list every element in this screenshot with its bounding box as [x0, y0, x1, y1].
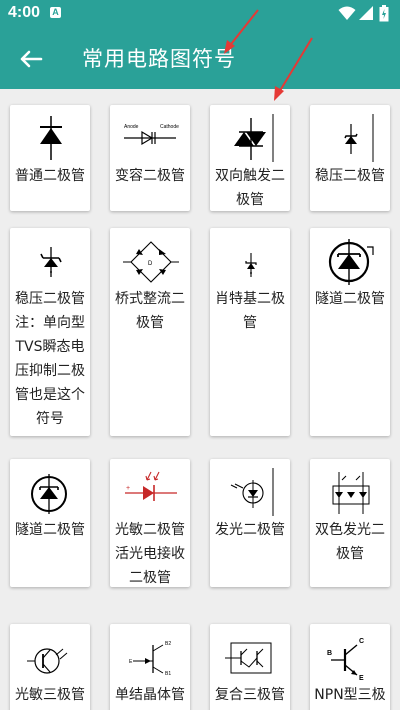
symbol-card-schottky[interactable]: 肖特基二极管 — [210, 228, 290, 436]
phototransistor-symbol-icon — [27, 648, 68, 674]
symbol-label: 稳压二极管 — [315, 168, 385, 184]
symbol-card-bridge[interactable]: D 桥式整流二极管 — [110, 228, 190, 436]
symbol-label: 光敏二极管活光电接收二极管 — [115, 522, 185, 586]
tunnel-diode-symbol-icon — [31, 474, 67, 514]
symbol-label: 肖特基二极管 — [215, 291, 285, 331]
symbol-label: 双向触发二极管 — [215, 168, 285, 208]
photodiode-symbol-icon: + — [125, 471, 177, 501]
symbol-label: 变容二极管 — [115, 168, 185, 184]
symbol-label: 复合三极管 — [215, 687, 285, 703]
bicolor-led-symbol-icon — [332, 472, 370, 514]
wifi-icon — [338, 6, 356, 20]
symbol-card-bicolor-led[interactable]: 双色发光二极管 — [310, 459, 390, 587]
app-bar: 常用电路图符号 — [0, 28, 400, 89]
status-time: 4:00 — [8, 4, 41, 21]
npn-b-text: B — [327, 650, 332, 657]
battery-icon — [379, 5, 389, 22]
symbol-label: 普通二极管 — [15, 168, 85, 184]
bridge-rectifier-symbol-icon: D — [123, 241, 179, 283]
svg-text:E: E — [129, 659, 133, 665]
symbol-card-varactor[interactable]: Anode Cathode 变容二极管 — [110, 105, 190, 211]
svg-text:B2: B2 — [165, 641, 171, 647]
schottky-diode-symbol-icon — [245, 253, 257, 277]
symbol-label: 发光二极管 — [215, 522, 285, 538]
symbol-label: 稳压二极管 注：单向型TVS瞬态电压抑制二极管也是这个符号 — [15, 291, 85, 427]
symbol-label: NPN型三极管 — [314, 687, 386, 703]
symbol-card-tunnel[interactable]: 隧道二极管 — [10, 459, 90, 587]
symbol-label: 隧道二极管 — [315, 291, 385, 307]
symbol-card-led[interactable]: 发光二极管 — [210, 459, 290, 587]
symbol-card-zener[interactable]: 稳压二极管 — [310, 105, 390, 211]
bridge-center-text: D — [148, 261, 153, 267]
notification-icon: A — [50, 7, 61, 18]
symbol-label: 双色发光二极管 — [315, 522, 385, 562]
symbol-card-tunnel-circle[interactable]: 隧道二极管 — [310, 228, 390, 436]
symbol-label: 桥式整流二极管 — [115, 291, 185, 331]
arrow-left-icon[interactable] — [16, 44, 46, 74]
diac-symbol-icon — [234, 114, 274, 162]
symbol-label: 隧道二极管 — [15, 522, 85, 538]
npn-c-text: C — [359, 638, 364, 645]
zener-diode-symbol-icon — [344, 114, 374, 162]
varactor-diode-symbol-icon: Anode Cathode — [122, 124, 179, 162]
symbol-card-ujt[interactable]: E B2 B1 单结晶体管（双基 — [110, 624, 190, 710]
symbol-card-tvs[interactable]: 稳压二极管 注：单向型TVS瞬态电压抑制二极管也是这个符号 — [10, 228, 90, 436]
svg-text:B1: B1 — [165, 671, 171, 677]
anode-text: Anode — [124, 124, 139, 130]
symbol-card-photodiode[interactable]: + 光敏二极管活光电接收二极管 — [110, 459, 190, 587]
diode-symbol-icon — [40, 116, 62, 160]
symbol-card-diode[interactable]: 普通二极管 — [10, 105, 90, 211]
symbol-label: 单结晶体管（双基 — [115, 687, 185, 703]
symbol-card-phototransistor[interactable]: 光敏三极管或光电 — [10, 624, 90, 710]
tunnel-diode-circle-symbol-icon — [328, 239, 374, 285]
status-icons — [338, 5, 392, 23]
signal-icon — [359, 6, 373, 20]
darlington-transistor-symbol-icon — [225, 642, 272, 674]
symbol-card-diac[interactable]: 双向触发二极管 — [210, 105, 290, 211]
svg-text:+: + — [126, 485, 130, 492]
led-symbol-icon — [230, 468, 274, 516]
symbol-label: 光敏三极管或光电 — [15, 687, 85, 703]
cathode-text: Cathode — [160, 124, 179, 130]
status-bar: 4:00 A — [0, 0, 400, 28]
symbol-card-npn[interactable]: B C E NPN型三极管 — [310, 624, 390, 710]
page-title: 常用电路图符号 — [82, 47, 236, 71]
npn-e-text: E — [359, 675, 364, 681]
symbol-card-darlington[interactable]: 复合三极管 — [210, 624, 290, 710]
tvs-diode-symbol-icon — [40, 247, 62, 277]
npn-transistor-symbol-icon: B C E — [327, 638, 364, 681]
ujt-symbol-icon: E B2 B1 — [129, 641, 171, 677]
symbol-grid: 普通二极管 Anode Cathode 变容二极管 双向触发二极管 稳压二极管 … — [0, 89, 400, 710]
